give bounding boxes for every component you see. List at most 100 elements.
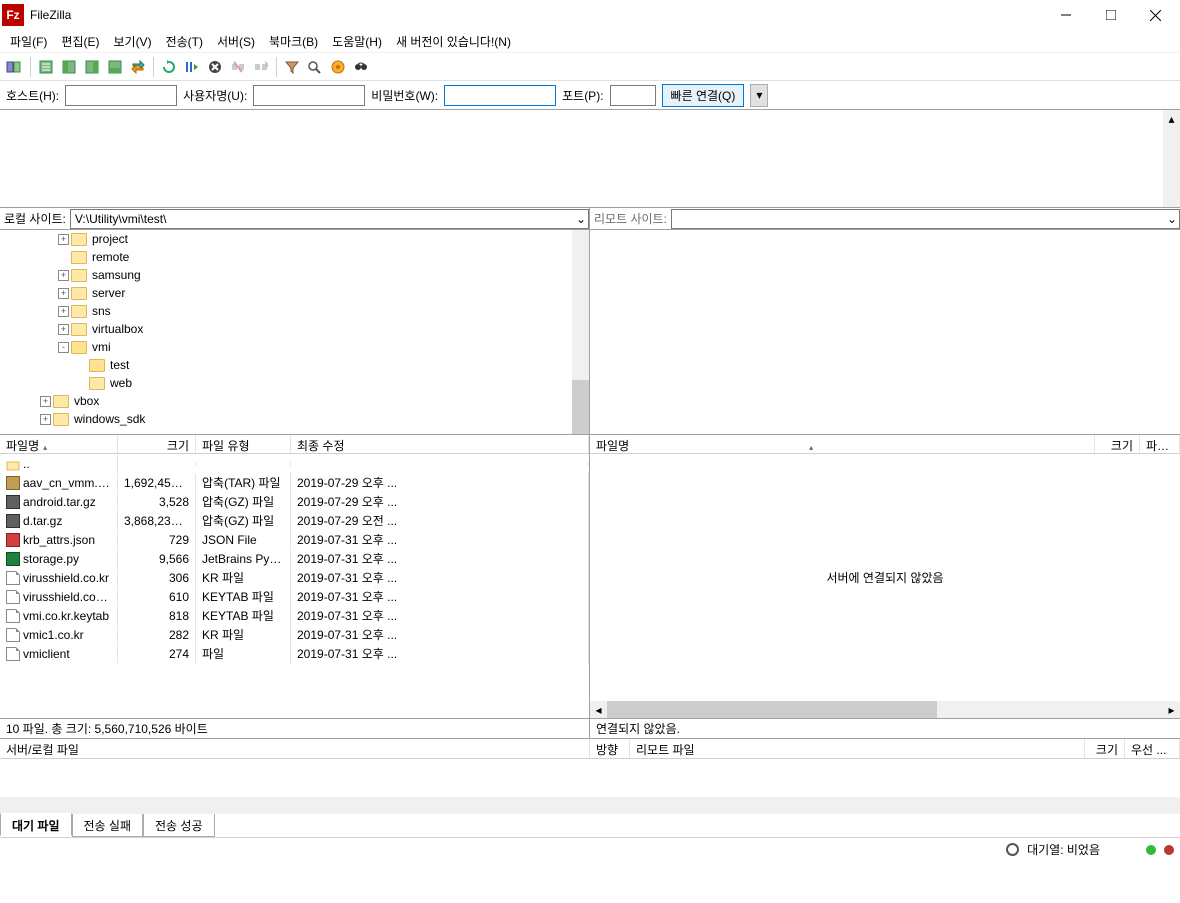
tree-node[interactable]: -vmi [0,338,589,356]
toggle-queue-icon[interactable] [104,56,126,78]
refresh-icon[interactable] [158,56,180,78]
column-filename[interactable]: 파일명▴ [590,435,1095,453]
tree-node[interactable]: web [0,374,589,392]
column-size[interactable]: 크기 [1095,435,1140,453]
collapse-icon[interactable]: - [58,342,69,353]
column-server-file[interactable]: 서버/로컬 파일 [0,739,590,758]
port-label: 포트(P): [562,87,603,104]
maximize-button[interactable] [1088,1,1133,29]
expand-icon[interactable]: + [58,306,69,317]
file-row[interactable]: virusshield.co.kr....610KEYTAB 파일2019-07… [0,587,589,606]
toggle-local-tree-icon[interactable] [58,56,80,78]
file-row[interactable]: android.tar.gz3,528압축(GZ) 파일2019-07-29 오… [0,492,589,511]
quickconnect-button[interactable]: 빠른 연결(Q) [662,84,745,107]
tree-node[interactable]: remote [0,248,589,266]
activity-led-send-icon [1164,845,1174,855]
menu-item[interactable]: 전송(T) [160,31,209,52]
tree-node[interactable]: +project [0,230,589,248]
queue-status-label: 대기열: 비었음 [1027,841,1100,858]
process-queue-icon[interactable] [181,56,203,78]
close-button[interactable] [1133,1,1178,29]
expand-icon[interactable]: + [58,234,69,245]
filter-icon[interactable] [281,56,303,78]
file-row[interactable]: virusshield.co.kr306KR 파일2019-07-31 오후 .… [0,568,589,587]
queue-tab[interactable]: 전송 성공 [143,814,215,837]
expand-icon[interactable]: + [40,414,51,425]
file-row[interactable]: aav_cn_vmm.tar1,692,458,...압축(TAR) 파일201… [0,473,589,492]
tar-file-icon [6,476,20,490]
scroll-up-icon[interactable]: ▴ [1163,110,1180,127]
find-icon[interactable] [350,56,372,78]
queue-list[interactable] [0,759,1180,797]
menu-item[interactable]: 북마크(B) [263,31,324,52]
auto-toggle-icon[interactable] [327,56,349,78]
remote-tree[interactable] [590,230,1180,434]
file-row[interactable]: vmic1.co.kr282KR 파일2019-07-31 오후 ... [0,625,589,644]
username-input[interactable] [253,85,365,106]
menu-item[interactable]: 새 버전이 있습니다!(N) [390,31,517,52]
tree-node[interactable]: +windows_sdk [0,410,589,428]
toolbar-separator [153,57,154,77]
remote-path-combo[interactable]: ⌄ [671,209,1180,229]
toggle-log-icon[interactable] [35,56,57,78]
local-path-combo[interactable]: V:\Utility\vmi\test\ ⌄ [70,209,589,229]
local-file-list[interactable]: ..aav_cn_vmm.tar1,692,458,...압축(TAR) 파일2… [0,454,589,718]
column-remote-file[interactable]: 리모트 파일 [630,739,1085,758]
site-manager-icon[interactable] [4,56,26,78]
menu-item[interactable]: 서버(S) [211,31,261,52]
expand-icon[interactable]: + [40,396,51,407]
reconnect-icon[interactable] [250,56,272,78]
menu-item[interactable]: 파일(F) [4,31,53,52]
chevron-down-icon[interactable]: ⌄ [1167,212,1177,226]
quickconnect-bar: 호스트(H): 사용자명(U): 비밀번호(W): 포트(P): 빠른 연결(Q… [0,80,1180,110]
column-priority[interactable]: 우선 ... [1125,739,1180,758]
host-input[interactable] [65,85,177,106]
queue-tab[interactable]: 대기 파일 [0,813,72,836]
scrollbar[interactable] [0,797,1180,814]
tree-node[interactable]: +virtualbox [0,320,589,338]
local-tree[interactable]: +projectremote+samsung+server+sns+virtua… [0,230,589,434]
expand-icon[interactable]: + [58,288,69,299]
column-size[interactable]: 크기 [118,435,196,453]
tree-node[interactable]: +sns [0,302,589,320]
file-row[interactable]: vmiclient274파일2019-07-31 오후 ... [0,644,589,663]
column-type[interactable]: 파일 유형 [196,435,291,453]
column-size[interactable]: 크기 [1085,739,1125,758]
toggle-remote-tree-icon[interactable] [81,56,103,78]
menu-item[interactable]: 도움말(H) [326,31,388,52]
file-row[interactable]: storage.py9,566JetBrains PyCh...2019-07-… [0,549,589,568]
port-input[interactable] [610,85,656,106]
minimize-button[interactable] [1043,1,1088,29]
file-row[interactable]: d.tar.gz3,868,235,...압축(GZ) 파일2019-07-29… [0,511,589,530]
column-filename[interactable]: 파일명▴ [0,435,118,453]
chevron-down-icon[interactable]: ⌄ [576,212,586,226]
quickconnect-dropdown[interactable]: ▾ [750,84,768,107]
scrollbar[interactable]: ◂ ▸ [590,701,1180,718]
file-row[interactable]: krb_attrs.json729JSON File2019-07-31 오후 … [0,530,589,549]
compare-icon[interactable] [304,56,326,78]
expand-icon[interactable]: + [58,270,69,281]
menu-item[interactable]: 보기(V) [107,31,157,52]
expand-icon[interactable]: + [58,324,69,335]
remote-file-list[interactable]: 서버에 연결되지 않았음 ◂ ▸ [590,454,1180,718]
file-type: 압축(GZ) 파일 [196,510,291,531]
menu-item[interactable]: 편집(E) [55,31,105,52]
tree-node[interactable]: +vbox [0,392,589,410]
scrollbar[interactable] [572,230,589,434]
password-input[interactable] [444,85,556,106]
gear-icon[interactable] [1006,843,1019,856]
queue-tab[interactable]: 전송 실패 [72,814,144,837]
file-name: android.tar.gz [23,495,96,509]
cancel-icon[interactable] [204,56,226,78]
tree-node[interactable]: test [0,356,589,374]
sync-browsing-icon[interactable] [127,56,149,78]
tree-node[interactable]: +samsung [0,266,589,284]
message-log[interactable]: ▴ [0,110,1180,208]
disconnect-icon[interactable] [227,56,249,78]
file-row[interactable]: .. [0,454,589,473]
file-row[interactable]: vmi.co.kr.keytab818KEYTAB 파일2019-07-31 오… [0,606,589,625]
tree-node[interactable]: +server [0,284,589,302]
column-mtime[interactable]: 최종 수정 [291,435,589,453]
column-type[interactable]: 파일... [1140,435,1180,453]
column-direction[interactable]: 방향 [590,739,630,758]
